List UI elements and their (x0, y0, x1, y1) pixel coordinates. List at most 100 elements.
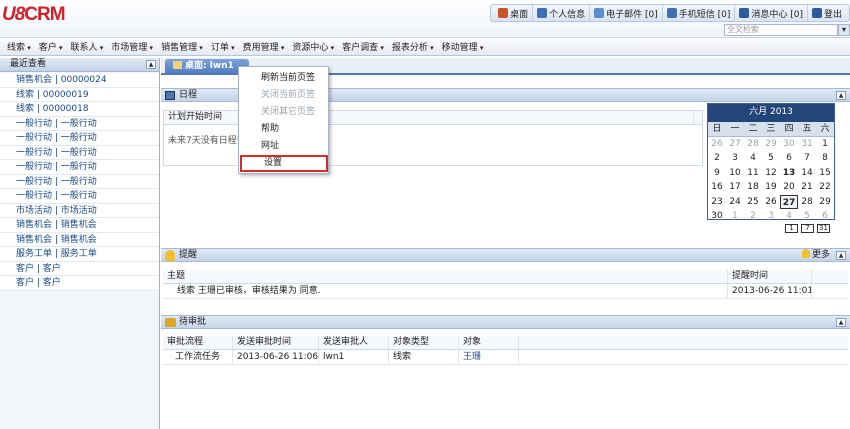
recent-item[interactable]: 线索 | 00000018 (0, 102, 159, 117)
context-menu-item[interactable]: 设置 (240, 155, 328, 172)
calendar-day[interactable]: 27 (726, 137, 744, 152)
toplink-phone[interactable]: 手机短信 [0] (661, 5, 735, 21)
calendar-day[interactable]: 15 (816, 166, 834, 181)
toplink-exit[interactable]: 登出 (806, 5, 846, 21)
calendar-day[interactable]: 29 (762, 137, 780, 152)
reminder-header: 提醒 更多 ▲ (161, 248, 850, 262)
calendar-day[interactable]: 28 (744, 137, 762, 152)
more-link[interactable]: 更多 (801, 249, 830, 262)
tab-desktop[interactable]: 桌面: lwn1 (165, 59, 249, 75)
calendar-day[interactable]: 26 (762, 195, 780, 210)
calendar-day[interactable]: 9 (708, 166, 726, 181)
calendar-day[interactable]: 27 (780, 194, 798, 209)
calendar-day[interactable]: 22 (816, 180, 834, 195)
recent-item[interactable]: 销售机会 | 销售机会 (0, 232, 159, 247)
menu-item[interactable]: 市场管理 ▾ (107, 40, 157, 53)
calendar-day[interactable]: 3 (726, 151, 744, 166)
menu-item[interactable]: 移动管理 ▾ (438, 40, 488, 53)
recent-item[interactable]: 一般行动 | 一般行动 (0, 145, 159, 160)
reminder-row[interactable]: 线索 王珊已审核，审核结果为 同意.2013-06-26 11:01:23 (163, 284, 848, 299)
calendar-day[interactable]: 12 (762, 166, 780, 181)
calendar-day[interactable]: 29 (816, 195, 834, 210)
calendar-day[interactable]: 23 (708, 195, 726, 210)
calendar-day[interactable]: 21 (798, 180, 816, 195)
calendar-day[interactable]: 8 (816, 151, 834, 166)
calendar-day[interactable]: 6 (780, 151, 798, 166)
chevron-down-icon: ▾ (25, 44, 31, 52)
collapse-icon[interactable]: ▲ (836, 318, 846, 327)
calendar-day[interactable]: 30 (780, 137, 798, 152)
menu-item[interactable]: 联系人 ▾ (67, 40, 108, 53)
recent-item[interactable]: 客户 | 客户 (0, 276, 159, 291)
calendar-day[interactable]: 28 (798, 195, 816, 210)
context-menu-item[interactable]: 网址 (239, 138, 328, 155)
toplink-message[interactable]: 消息中心 [0] (734, 5, 807, 21)
reminder-time: 2013-06-26 11:01:23 (728, 284, 812, 298)
toplink-home[interactable]: 桌面 (494, 5, 532, 21)
calendar-day[interactable]: 14 (798, 166, 816, 181)
calendar-day[interactable]: 1 (726, 209, 744, 224)
recent-item[interactable]: 一般行动 | 一般行动 (0, 116, 159, 131)
context-menu-item[interactable]: 帮助 (239, 121, 328, 138)
recent-item[interactable]: 客户 | 客户 (0, 261, 159, 276)
calendar-day[interactable]: 6 (816, 209, 834, 224)
calendar-day[interactable]: 11 (744, 166, 762, 181)
menu-item[interactable]: 销售管理 ▾ (157, 40, 207, 53)
main-menu-bar: 线索 ▾ 客户 ▾ 联系人 ▾ 市场管理 ▾ 销售管理 ▾ 订单 ▾ 费用管理 ▾ 资源中心 … (0, 37, 850, 56)
collapse-icon[interactable]: ▲ (836, 251, 846, 260)
calendar-day[interactable]: 31 (798, 137, 816, 152)
calendar-day[interactable]: 5 (762, 151, 780, 166)
calendar-view-button[interactable]: 31 (817, 224, 830, 233)
calendar-day[interactable]: 24 (726, 195, 744, 210)
collapse-icon[interactable]: ▲ (836, 91, 846, 100)
menu-item[interactable]: 订单 ▾ (207, 40, 239, 53)
context-menu-item[interactable]: 刷新当前页签 (239, 70, 328, 87)
calendar-day[interactable]: 7 (798, 151, 816, 166)
calendar-day[interactable]: 20 (780, 180, 798, 195)
calendar-day[interactable]: 1 (816, 137, 834, 152)
menu-item[interactable]: 报表分析 ▾ (388, 40, 438, 53)
menu-item[interactable]: 线索 ▾ (3, 40, 35, 53)
calendar-day[interactable]: 26 (708, 137, 726, 152)
collapse-icon[interactable]: ▲ (146, 60, 156, 69)
calendar-day[interactable]: 4 (744, 151, 762, 166)
approval-row[interactable]: 工作流任务2013-06-26 11:06:07lwn1线索王珊 (163, 350, 848, 365)
search-button[interactable]: ▾ (838, 24, 850, 36)
calendar-day[interactable]: 5 (798, 209, 816, 224)
recent-item[interactable]: 销售机会 | 00000024 (0, 73, 159, 88)
recent-item[interactable]: 一般行动 | 一般行动 (0, 131, 159, 146)
calendar-view-button[interactable]: 1 (785, 224, 798, 233)
recent-item[interactable]: 一般行动 | 一般行动 (0, 174, 159, 189)
calendar-day[interactable]: 16 (708, 180, 726, 195)
calendar-weekday: 二 (744, 122, 762, 137)
calendar-day[interactable]: 30 (708, 209, 726, 224)
recent-item[interactable]: 市场活动 | 市场活动 (0, 203, 159, 218)
calendar-day[interactable]: 4 (780, 209, 798, 224)
chevron-down-icon: ▾ (56, 44, 63, 52)
calendar-day[interactable]: 2 (744, 209, 762, 224)
calendar-day[interactable]: 18 (744, 180, 762, 195)
calendar-day[interactable]: 17 (726, 180, 744, 195)
approval-title: 待审批 (179, 317, 207, 327)
menu-item[interactable]: 客户 ▾ (35, 40, 67, 53)
calendar-day[interactable]: 19 (762, 180, 780, 195)
recent-item[interactable]: 销售机会 | 销售机会 (0, 218, 159, 233)
recent-item[interactable]: 线索 | 00000019 (0, 87, 159, 102)
menu-item[interactable]: 费用管理 ▾ (239, 40, 289, 53)
calendar-day[interactable]: 13 (780, 166, 798, 181)
recent-item[interactable]: 一般行动 | 一般行动 (0, 160, 159, 175)
menu-item[interactable]: 资源中心 ▾ (288, 40, 338, 53)
menu-item[interactable]: 客户调查 ▾ (338, 40, 388, 53)
calendar-day[interactable]: 2 (708, 151, 726, 166)
calendar-day[interactable]: 25 (744, 195, 762, 210)
recent-item[interactable]: 服务工单 | 服务工单 (0, 247, 159, 262)
toplink-mail[interactable]: 电子邮件 [0] (589, 5, 662, 21)
approval-cell[interactable]: 王珊 (459, 350, 519, 364)
calendar-day[interactable]: 10 (726, 166, 744, 181)
recent-item[interactable]: 一般行动 | 一般行动 (0, 189, 159, 204)
toplink-person[interactable]: 个人信息 (532, 5, 589, 21)
toplink-label: 登出 (823, 9, 842, 20)
calendar-view-button[interactable]: 7 (801, 224, 814, 233)
calendar-day[interactable]: 3 (762, 209, 780, 224)
fulltext-search-input[interactable]: 全文检索 (724, 24, 838, 36)
